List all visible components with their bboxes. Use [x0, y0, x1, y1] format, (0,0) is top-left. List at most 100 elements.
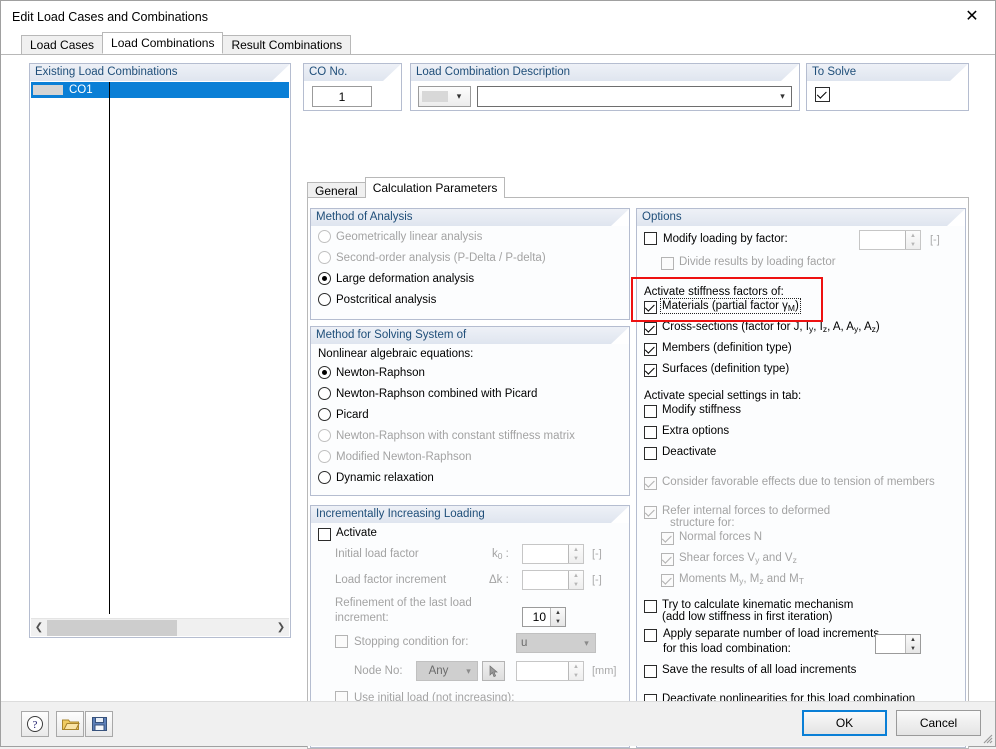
stiffness-materials-row[interactable]: Materials (partial factor γM)	[637, 298, 965, 321]
separate-increments-spinner[interactable]: ▲ ▼	[875, 634, 921, 654]
tab-calculation-parameters[interactable]: Calculation Parameters	[364, 177, 506, 198]
spinner-buttons[interactable]: ▲ ▼	[905, 231, 920, 249]
special-deactivate-label: Deactivate	[662, 446, 717, 458]
stopping-condition-combo[interactable]: u ▾	[516, 633, 596, 653]
divide-results-label: Divide results by loading factor	[679, 256, 836, 268]
tab-load-cases[interactable]: Load Cases	[21, 35, 104, 55]
horizontal-scrollbar[interactable]: ❮ ❯	[31, 618, 289, 636]
radio-icon	[318, 272, 331, 285]
refer-shear-forces-row[interactable]: Shear forces Vy and Vz	[637, 552, 965, 573]
chevron-down-icon[interactable]: ▾	[578, 638, 595, 649]
checkbox-icon	[644, 301, 657, 314]
scroll-thumb[interactable]	[47, 619, 177, 636]
scroll-track[interactable]	[47, 619, 273, 637]
spinner-buttons[interactable]: ▲ ▼	[905, 635, 920, 653]
chevron-down-icon[interactable]: ▾	[774, 91, 791, 102]
load-combinations-table[interactable]: CO1	[31, 82, 289, 614]
spinner-buttons[interactable]: ▲ ▼	[568, 545, 583, 563]
close-icon[interactable]: ✕	[949, 1, 995, 31]
chevron-down-icon[interactable]: ▾	[448, 91, 470, 102]
modify-loading-checkbox[interactable]	[644, 232, 657, 245]
open-folder-icon[interactable]	[56, 711, 84, 737]
refer-internal-forces-row[interactable]: Refer internal forces to deformed struct…	[637, 505, 965, 529]
ok-button[interactable]: OK	[802, 710, 887, 736]
initial-load-factor-symbol: k0 :	[492, 548, 509, 561]
radio-icon	[318, 429, 331, 442]
refer-shear-forces-label: Shear forces Vy and Vz	[679, 552, 797, 565]
spinner-buttons[interactable]: ▲ ▼	[568, 571, 583, 589]
stiffness-members-row[interactable]: Members (definition type)	[637, 342, 965, 363]
separate-increments-row: Apply separate number of load increments…	[637, 627, 965, 664]
activate-incremental-loading[interactable]: Activate	[311, 523, 629, 541]
spinner-buttons[interactable]: ▲ ▼	[568, 662, 583, 680]
spinner-buttons[interactable]: ▲ ▼	[550, 608, 565, 626]
favorable-effects-row[interactable]: Consider favorable effects due to tensio…	[637, 476, 965, 497]
save-icon[interactable]	[85, 711, 113, 737]
table-row[interactable]: CO1	[31, 82, 289, 98]
radio-newton-raphson-constant-stiffness[interactable]: Newton-Raphson with constant stiffness m…	[311, 425, 629, 446]
divide-results-row[interactable]: Divide results by loading factor	[637, 256, 965, 277]
spinner-value	[517, 662, 568, 680]
special-settings-heading: Activate special settings in tab:	[644, 390, 802, 402]
special-extra-options-row[interactable]: Extra options	[637, 425, 965, 446]
save-all-increments-label: Save the results of all load increments	[662, 664, 857, 676]
column-splitter[interactable]	[109, 82, 110, 614]
special-deactivate-row[interactable]: Deactivate	[637, 446, 965, 467]
radio-icon	[318, 251, 331, 264]
tab-load-combinations[interactable]: Load Combinations	[102, 32, 224, 54]
radio-newton-raphson-picard[interactable]: Newton-Raphson combined with Picard	[311, 383, 629, 404]
node-value-spinner[interactable]: ▲ ▼	[516, 661, 584, 681]
refer-moments-label: Moments My, Mz and MT	[679, 573, 804, 586]
radio-modified-newton-raphson[interactable]: Modified Newton-Raphson	[311, 446, 629, 467]
spinner-down-icon: ▼	[910, 645, 916, 652]
radio-newton-raphson[interactable]: Newton-Raphson	[311, 362, 629, 383]
radio-label: Newton-Raphson combined with Picard	[336, 387, 538, 400]
method-of-analysis-title: Method of Analysis	[311, 209, 629, 226]
save-all-increments-row[interactable]: Save the results of all load increments	[637, 664, 965, 685]
stiffness-cross-sections-label: Cross-sections (factor for J, Iy, Iz, A,…	[662, 321, 880, 334]
stiffness-members-label: Members (definition type)	[662, 342, 792, 354]
stopping-condition-checkbox[interactable]	[335, 635, 348, 648]
stiffness-cross-sections-row[interactable]: Cross-sections (factor for J, Iy, Iz, A,…	[637, 321, 965, 342]
radio-geometrically-linear[interactable]: Geometrically linear analysis	[311, 226, 629, 247]
special-modify-stiffness-row[interactable]: Modify stiffness	[637, 404, 965, 425]
kinematic-mechanism-row[interactable]: Try to calculate kinematic mechanism (ad…	[637, 599, 965, 623]
radio-postcritical[interactable]: Postcritical analysis	[311, 289, 629, 310]
spinner-up-icon: ▲	[573, 663, 579, 670]
refer-normal-forces-row[interactable]: Normal forces N	[637, 531, 965, 552]
chevron-right-icon[interactable]: ❯	[273, 622, 289, 633]
tab-result-combinations[interactable]: Result Combinations	[222, 35, 352, 55]
edit-load-cases-dialog: Edit Load Cases and Combinations ✕ Load …	[0, 0, 996, 749]
resize-grip[interactable]	[981, 732, 993, 744]
method-for-solving-group: Method for Solving System of Nonlinear a…	[310, 326, 630, 496]
help-icon[interactable]: ?	[21, 711, 49, 737]
radio-label: Picard	[336, 408, 369, 421]
outer-tabstrip: Load Cases Load Combinations Result Comb…	[21, 32, 995, 55]
node-no-combo[interactable]: Any ▾	[416, 661, 478, 681]
radio-large-deformation[interactable]: Large deformation analysis	[311, 268, 629, 289]
cancel-button[interactable]: Cancel	[896, 710, 981, 736]
stiffness-surfaces-row[interactable]: Surfaces (definition type)	[637, 363, 965, 384]
refinement-spinner[interactable]: 10 ▲ ▼	[522, 607, 566, 627]
checkbox-icon	[661, 553, 674, 566]
radio-dynamic-relaxation[interactable]: Dynamic relaxation	[311, 467, 629, 488]
to-solve-checkbox[interactable]	[815, 87, 830, 102]
co-no-group: CO No. 1	[303, 63, 402, 111]
checkbox-icon	[661, 257, 674, 270]
pick-node-icon[interactable]	[482, 661, 505, 681]
options-body: Modify loading by factor: ▲ ▼ [-] Divide …	[637, 226, 965, 747]
modify-loading-spinner[interactable]: ▲ ▼	[859, 230, 921, 250]
description-color-combo[interactable]: ▾	[418, 86, 471, 107]
separate-increments-checkbox[interactable]	[644, 629, 657, 642]
radio-picard[interactable]: Picard	[311, 404, 629, 425]
initial-load-factor-spinner[interactable]: ▲ ▼	[522, 544, 584, 564]
refer-moments-row[interactable]: Moments My, Mz and MT	[637, 573, 965, 594]
radio-second-order[interactable]: Second-order analysis (P-Delta / P-delta…	[311, 247, 629, 268]
chevron-down-icon[interactable]: ▾	[460, 666, 477, 677]
description-input[interactable]: ▾	[477, 86, 792, 107]
load-factor-increment-spinner[interactable]: ▲ ▼	[522, 570, 584, 590]
kinematic-label-line2: (add low stiffness in first iteration)	[662, 611, 833, 623]
co-no-input[interactable]: 1	[312, 86, 372, 107]
spinner-down-icon: ▼	[555, 618, 561, 625]
chevron-left-icon[interactable]: ❮	[31, 622, 47, 633]
